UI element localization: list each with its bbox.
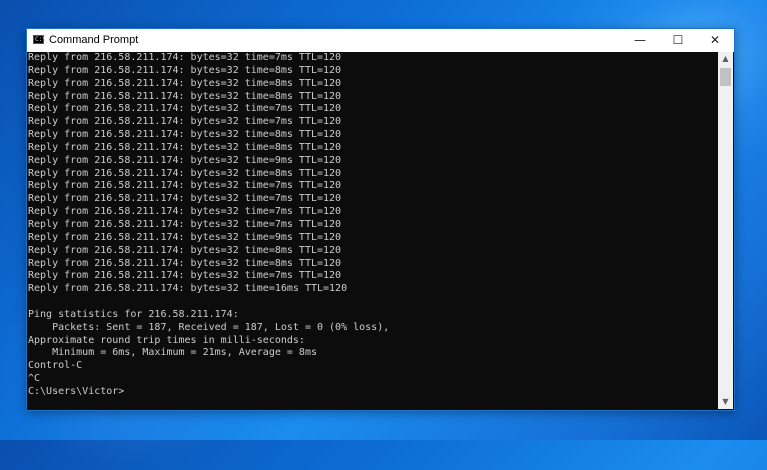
console-line: C:\Users\Victor>: [28, 385, 125, 397]
console-line: Reply from 216.58.211.174: bytes=32 time…: [28, 244, 342, 256]
console-line: Packets: Sent = 187, Received = 187, Los…: [28, 321, 390, 333]
console-line: Reply from 216.58.211.174: bytes=32 time…: [28, 64, 342, 76]
console-line: Reply from 216.58.211.174: bytes=32 time…: [28, 90, 342, 102]
console-line: Reply from 216.58.211.174: bytes=32 time…: [28, 116, 342, 128]
scroll-down-arrow-icon[interactable]: ▼: [718, 395, 733, 409]
console-line: Ping statistics for 216.58.211.174:: [28, 308, 239, 320]
console-line: Reply from 216.58.211.174: bytes=32 time…: [28, 270, 342, 282]
minimize-button[interactable]: —: [621, 29, 659, 52]
scroll-up-arrow-icon[interactable]: ▲: [718, 52, 733, 66]
console-line: Approximate round trip times in milli-se…: [28, 334, 305, 346]
console-line: ^C: [28, 373, 41, 385]
console-line: Reply from 216.58.211.174: bytes=32 time…: [28, 231, 342, 243]
cmd-app-icon: C:\: [33, 35, 46, 44]
console-line: Reply from 216.58.211.174: bytes=32 time…: [28, 154, 342, 166]
console-line: Minimum = 6ms, Maximum = 21ms, Average =…: [28, 347, 317, 359]
console-line: Reply from 216.58.211.174: bytes=32 time…: [28, 52, 342, 63]
console-line: Reply from 216.58.211.174: bytes=32 time…: [28, 206, 342, 218]
window-title: Command Prompt: [49, 34, 139, 46]
console-line: Reply from 216.58.211.174: bytes=32 time…: [28, 167, 342, 179]
console-line: Reply from 216.58.211.174: bytes=32 time…: [28, 180, 342, 192]
console-line: Reply from 216.58.211.174: bytes=32 time…: [28, 141, 342, 153]
console-line: Reply from 216.58.211.174: bytes=32 time…: [28, 129, 342, 141]
console-line: Control-C: [28, 360, 83, 372]
console-line: Reply from 216.58.211.174: bytes=32 time…: [28, 103, 342, 115]
close-button[interactable]: ✕: [696, 29, 734, 52]
console-line: Reply from 216.58.211.174: bytes=32 time…: [28, 218, 342, 230]
vertical-scrollbar[interactable]: ▲ ▼: [718, 52, 733, 409]
command-prompt-window[interactable]: C:\ Command Prompt — ☐ ✕ Reply from 216.…: [26, 28, 735, 411]
window-titlebar[interactable]: C:\ Command Prompt — ☐ ✕: [27, 29, 734, 52]
console-line: Reply from 216.58.211.174: bytes=32 time…: [28, 77, 342, 89]
scrollbar-thumb[interactable]: [720, 68, 731, 86]
console-line: Reply from 216.58.211.174: bytes=32 time…: [28, 193, 342, 205]
console-line: Reply from 216.58.211.174: bytes=32 time…: [28, 283, 348, 295]
console-line: Reply from 216.58.211.174: bytes=32 time…: [28, 257, 342, 269]
maximize-button[interactable]: ☐: [659, 29, 697, 52]
console-output[interactable]: Reply from 216.58.211.174: bytes=32 time…: [27, 52, 718, 409]
